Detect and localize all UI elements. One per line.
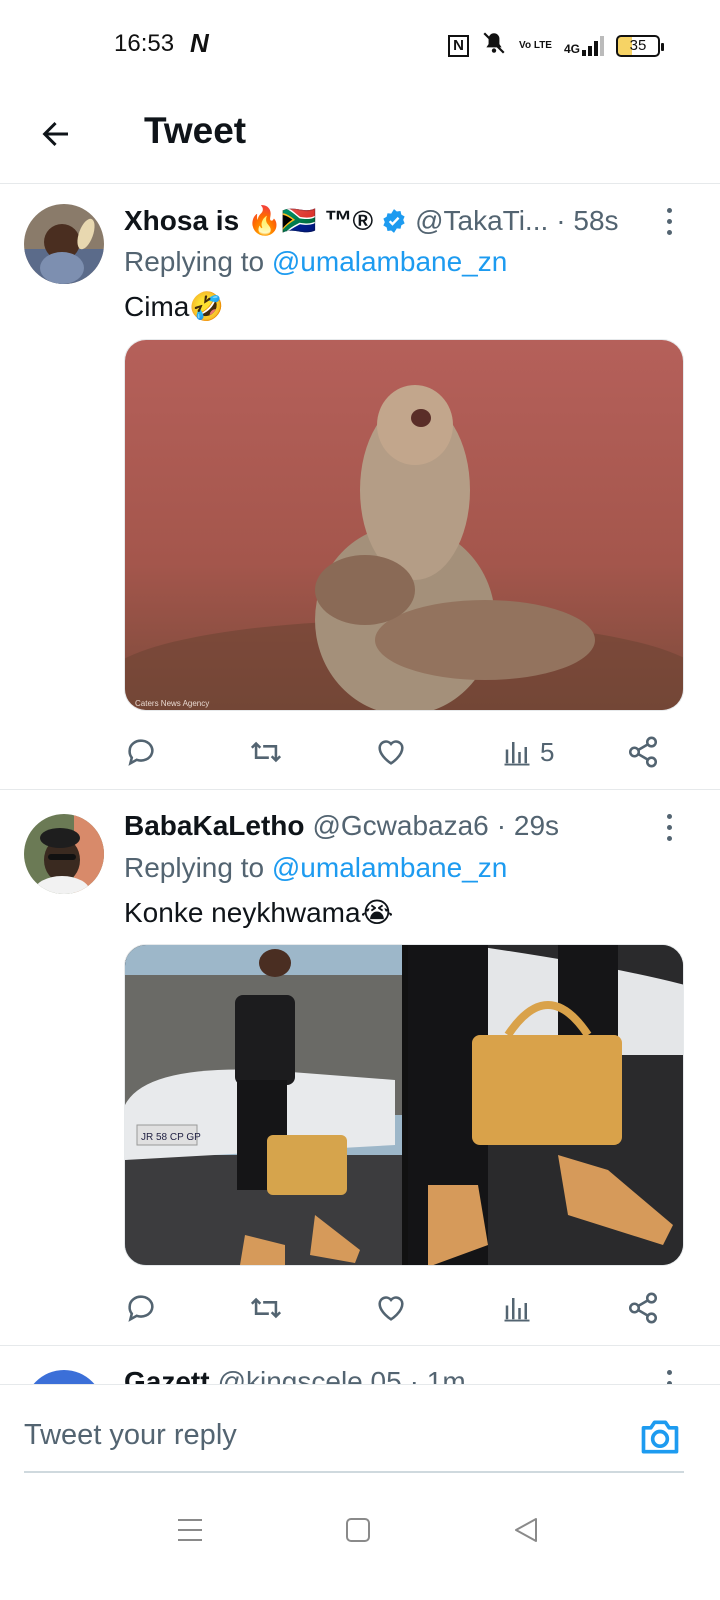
reply-button[interactable] <box>124 1288 158 1328</box>
tweet-image[interactable]: JR 58 CP GP <box>125 945 402 1265</box>
mention-link[interactable]: @umalambane_zn <box>272 246 507 277</box>
nav-back-button[interactable] <box>506 1510 546 1550</box>
timestamp: · 1m <box>409 1366 466 1386</box>
user-handle[interactable]: @Gcwabaza6 <box>312 810 488 842</box>
heart-icon <box>378 1296 404 1321</box>
analytics-icon <box>504 742 530 766</box>
reply-input-underline <box>24 1471 684 1473</box>
tweet-reply[interactable]: BabaKaLetho @Gcwabaza6 · 29s Replying to… <box>0 790 720 1346</box>
tweet-reply[interactable]: Gazett @kingscele 05 · 1m <box>0 1346 720 1386</box>
share-icon <box>628 1292 658 1324</box>
nav-home-button[interactable] <box>338 1510 378 1550</box>
verified-badge-icon <box>383 208 405 233</box>
reply-input[interactable]: Tweet your reply <box>24 1419 237 1452</box>
replying-to: Replying to @umalambane_zn <box>124 852 508 883</box>
system-navigation-bar <box>0 1480 720 1600</box>
heart-icon <box>378 740 404 765</box>
share-icon <box>628 736 658 768</box>
reply-composer[interactable]: Tweet your reply <box>0 1384 720 1473</box>
signal-icon: 4G <box>564 35 604 56</box>
retweet-icon <box>250 1297 282 1319</box>
like-button[interactable] <box>374 732 408 772</box>
tweet-text: Konke neykhwama😭 <box>124 897 394 928</box>
avatar[interactable] <box>24 204 104 284</box>
timestamp: · 58s <box>556 204 619 236</box>
avatar[interactable] <box>24 814 104 894</box>
user-handle[interactable]: @kingscele 05 <box>218 1366 402 1386</box>
tweet-image[interactable] <box>408 945 683 1265</box>
user-handle[interactable]: @TakaTi... <box>415 205 548 237</box>
retweet-button[interactable] <box>248 1288 284 1328</box>
back-button[interactable] <box>30 108 82 160</box>
volte-icon: Vo LTE <box>519 39 552 51</box>
analytics-icon <box>504 1298 530 1322</box>
status-icons: N Vo LTE 4G 35 <box>448 30 664 61</box>
reply-icon <box>128 1295 154 1322</box>
square-icon <box>346 1518 370 1542</box>
page-title: Tweet <box>144 110 247 151</box>
status-time: 16:53 <box>114 30 175 57</box>
tweet-image[interactable]: Caters News Agency <box>124 339 684 711</box>
retweet-icon <box>250 741 282 763</box>
views-button[interactable] <box>502 1288 540 1328</box>
views-count: 5 <box>540 736 555 767</box>
image-watermark: Caters News Agency <box>135 699 209 708</box>
arrow-left-icon <box>42 122 68 146</box>
reply-button[interactable] <box>124 732 158 772</box>
reply-icon <box>128 739 154 766</box>
license-plate: JR 58 CP GP <box>141 1132 201 1143</box>
mute-icon <box>481 30 507 61</box>
status-bar: 16:53 N N Vo LTE 4G 35 <box>0 0 720 92</box>
share-button[interactable] <box>626 1288 660 1328</box>
camera-button[interactable] <box>638 1415 682 1459</box>
views-button[interactable]: 5 <box>502 732 554 772</box>
tweet-actions <box>124 1288 664 1328</box>
nfc-icon: N <box>448 34 470 57</box>
share-button[interactable] <box>626 732 660 772</box>
mention-link[interactable]: @umalambane_zn <box>272 852 507 883</box>
display-name[interactable]: BabaKaLetho <box>124 810 304 842</box>
tweet-image-grid: JR 58 CP GP <box>124 944 684 1266</box>
timestamp: · 29s <box>496 810 560 841</box>
menu-icon <box>178 1519 202 1541</box>
tweet-actions: 5 <box>124 732 664 772</box>
retweet-button[interactable] <box>248 732 284 772</box>
replying-to: Replying to @umalambane_zn <box>124 246 508 277</box>
more-options-icon[interactable] <box>664 814 674 841</box>
like-button[interactable] <box>374 1288 408 1328</box>
battery-icon: 35 <box>616 34 664 57</box>
display-name[interactable]: Xhosa is 🔥🇿🇦 ™® <box>124 204 373 237</box>
triangle-back-icon <box>515 1518 537 1542</box>
notification-n-icon: N <box>190 28 209 58</box>
top-app-bar: Tweet <box>0 92 720 184</box>
tweet-text: Cima🤣 <box>124 291 225 322</box>
tweet-reply[interactable]: Xhosa is 🔥🇿🇦 ™® @TakaTi... · 58s Replyin… <box>0 184 720 790</box>
more-options-icon[interactable] <box>664 208 674 235</box>
nav-menu-button[interactable] <box>170 1510 210 1550</box>
camera-icon <box>641 1420 679 1454</box>
display-name[interactable]: Gazett <box>124 1366 210 1386</box>
